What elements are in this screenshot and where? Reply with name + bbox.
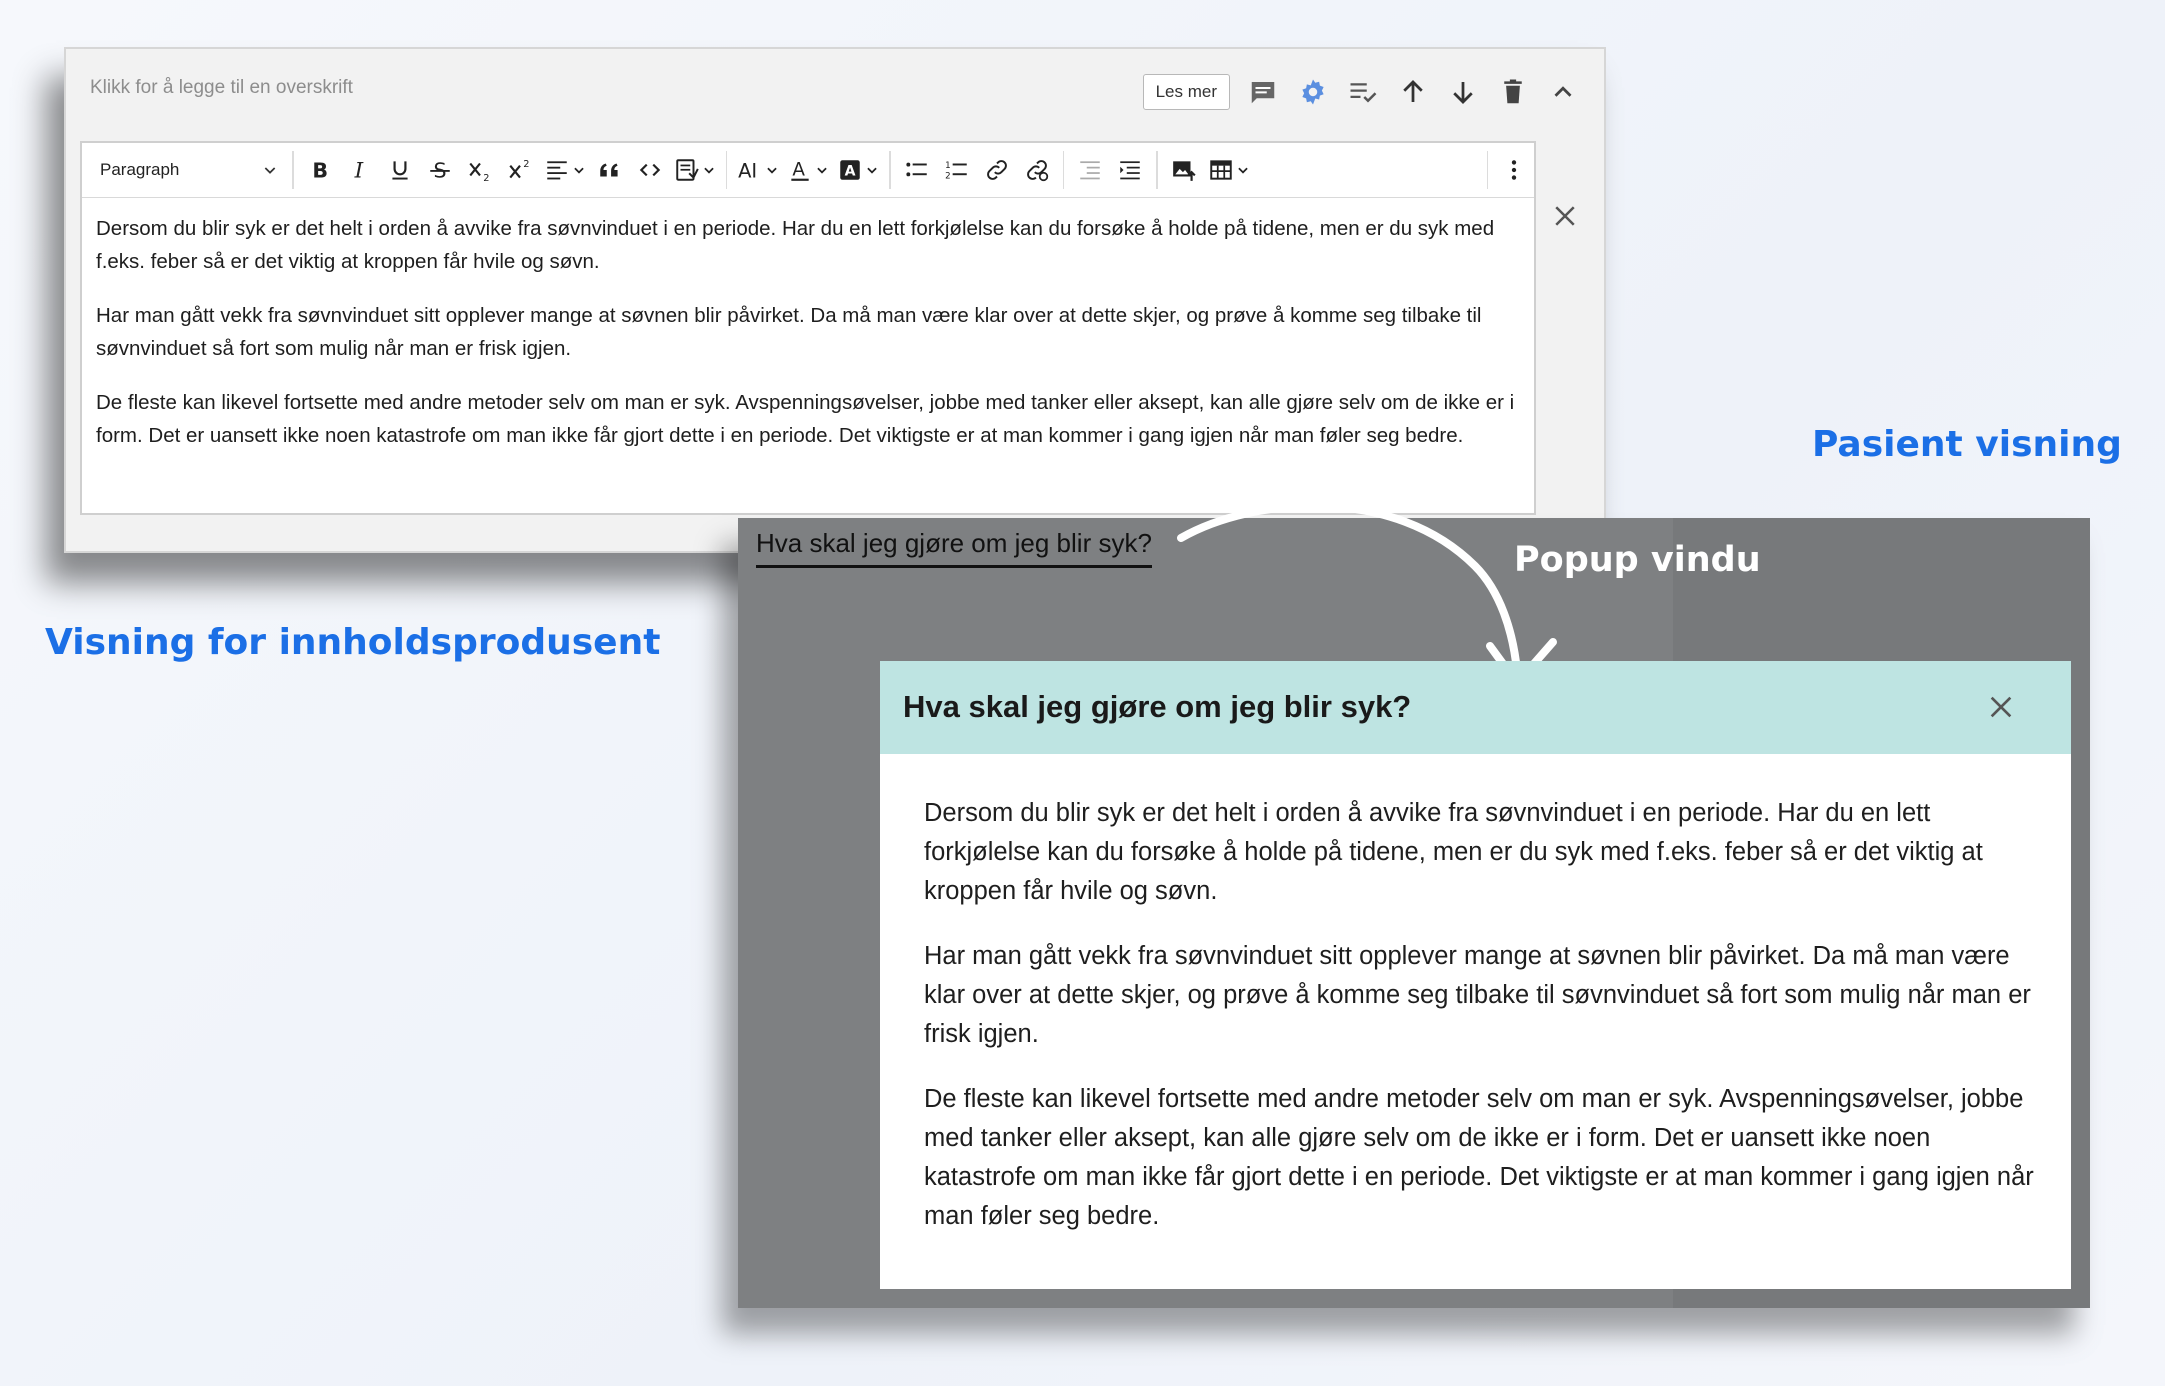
close-icon[interactable] — [1985, 691, 2017, 723]
modal-paragraph: Dersom du blir syk er det helt i orden å… — [924, 799, 1983, 905]
paragraph-format-label: Paragraph — [100, 160, 180, 179]
unlink-icon — [1026, 160, 1048, 182]
highlight-button[interactable]: A — [833, 150, 883, 190]
trash-icon[interactable] — [1496, 75, 1530, 109]
superscript-icon: 2 — [508, 159, 529, 179]
svg-text:B: B — [312, 159, 328, 183]
svg-text:1: 1 — [945, 161, 951, 171]
subscript-icon: 2 — [468, 162, 489, 183]
link-button[interactable] — [977, 150, 1017, 190]
content-editor-panel: Klikk for å legge til en overskrift Les … — [64, 47, 1606, 553]
insert-image-button[interactable] — [1164, 150, 1204, 190]
svg-text:AI: AI — [738, 160, 757, 183]
more-vertical-icon — [1511, 160, 1517, 180]
svg-text:2: 2 — [483, 173, 489, 183]
gear-icon[interactable] — [1296, 75, 1330, 109]
chevron-up-icon[interactable] — [1546, 75, 1580, 109]
editor-header: Klikk for å legge til en overskrift Les … — [66, 49, 1604, 135]
bulleted-list-icon — [905, 162, 927, 177]
bold-button[interactable]: B — [300, 150, 340, 190]
indent-button[interactable] — [1110, 150, 1150, 190]
chevron-down-icon — [767, 167, 777, 174]
modal-body: Dersom du blir syk er det helt i orden å… — [924, 794, 2035, 1262]
font-size-icon: AI — [738, 160, 757, 183]
checklist-icon[interactable] — [1346, 75, 1380, 109]
chevron-down-icon — [867, 167, 877, 174]
rich-text-editor[interactable]: Paragraph B I S 2 2 AI A A 1 2 Dersom du… — [80, 141, 1536, 515]
comment-icon[interactable] — [1246, 75, 1280, 109]
svg-text:2: 2 — [945, 172, 951, 182]
editor-paragraph: De fleste kan likevel fortsette med andr… — [96, 391, 1515, 447]
numbered-list-icon: 12 — [945, 161, 967, 182]
font-size-button[interactable]: AI — [733, 150, 783, 190]
superscript-button[interactable]: 2 — [500, 150, 540, 190]
insert-template-button[interactable] — [670, 150, 720, 190]
svg-text:A: A — [845, 163, 856, 179]
subscript-button[interactable]: 2 — [460, 150, 500, 190]
editor-header-actions: Les mer — [1142, 69, 1580, 115]
svg-text:I: I — [353, 159, 363, 183]
editor-content[interactable]: Dersom du blir syk er det helt i orden å… — [82, 198, 1534, 513]
popup-trigger-link[interactable]: Hva skal jeg gjøre om jeg blir syk? — [756, 528, 1152, 568]
underline-button[interactable] — [380, 150, 420, 190]
arrow-down-icon[interactable] — [1446, 75, 1480, 109]
svg-text:A: A — [792, 159, 805, 180]
popup-caption: Popup vindu — [1514, 540, 1761, 580]
bulleted-list-button[interactable] — [897, 150, 937, 190]
code-icon — [639, 163, 660, 177]
align-button[interactable] — [540, 150, 590, 190]
svg-text:2: 2 — [523, 159, 529, 170]
popup-modal: Hva skal jeg gjøre om jeg blir syk? Ders… — [880, 661, 2071, 1289]
strikethrough-icon: S — [429, 159, 450, 183]
code-button[interactable] — [630, 150, 670, 190]
indent-icon — [1120, 161, 1140, 180]
highlight-icon: A — [840, 160, 860, 180]
heading-input[interactable]: Klikk for å legge til en overskrift — [90, 77, 353, 99]
editor-paragraph: Dersom du blir syk er det helt i orden å… — [96, 217, 1495, 273]
editor-toolbar: Paragraph B I S 2 2 AI A A 1 2 — [82, 143, 1534, 198]
paragraph-format-select[interactable]: Paragraph — [90, 150, 286, 190]
toolbar-divider — [1062, 151, 1064, 189]
template-icon — [675, 159, 699, 181]
underline-icon — [391, 161, 408, 180]
modal-title: Hva skal jeg gjøre om jeg blir syk? — [903, 689, 1412, 724]
chevron-down-icon — [573, 167, 584, 174]
chevron-down-icon — [817, 167, 827, 174]
align-left-icon — [546, 161, 567, 180]
arrow-up-icon[interactable] — [1396, 75, 1430, 109]
toolbar-divider — [1156, 151, 1158, 189]
close-icon[interactable] — [1550, 201, 1580, 231]
toolbar-divider — [889, 151, 891, 189]
strikethrough-button[interactable]: S — [420, 150, 460, 190]
table-icon — [1209, 160, 1232, 180]
chevron-down-icon — [264, 167, 276, 174]
chevron-down-icon — [703, 167, 714, 174]
modal-header: Hva skal jeg gjøre om jeg blir syk? — [880, 661, 2071, 754]
italic-icon: I — [353, 159, 363, 183]
outdent-icon — [1080, 161, 1100, 180]
italic-button[interactable]: I — [340, 150, 380, 190]
patient-view-caption: Pasient visning — [1812, 424, 2122, 465]
les-mer-button[interactable]: Les mer — [1142, 74, 1230, 110]
font-color-icon: A — [791, 159, 809, 181]
toolbar-divider — [292, 151, 294, 189]
modal-paragraph: Har man gått vekk fra søvnvinduet sitt o… — [924, 942, 2031, 1048]
editor-view-caption: Visning for innholdsprodusent — [45, 622, 661, 663]
unlink-button[interactable] — [1017, 150, 1057, 190]
more-options-button[interactable] — [1494, 150, 1534, 190]
outdent-button[interactable] — [1070, 150, 1110, 190]
editor-paragraph: Har man gått vekk fra søvnvinduet sitt o… — [96, 304, 1482, 360]
image-icon — [1172, 161, 1196, 181]
quote-icon — [599, 163, 618, 177]
link-icon — [986, 160, 1007, 180]
font-color-button[interactable]: A — [783, 150, 833, 190]
modal-paragraph: De fleste kan likevel fortsette med andr… — [924, 1085, 2034, 1230]
table-button[interactable] — [1204, 150, 1254, 190]
toolbar-divider — [1486, 151, 1488, 189]
blockquote-button[interactable] — [590, 150, 630, 190]
toolbar-divider — [725, 151, 727, 189]
bold-icon: B — [312, 159, 328, 183]
numbered-list-button[interactable]: 12 — [937, 150, 977, 190]
chevron-down-icon — [1237, 167, 1248, 174]
